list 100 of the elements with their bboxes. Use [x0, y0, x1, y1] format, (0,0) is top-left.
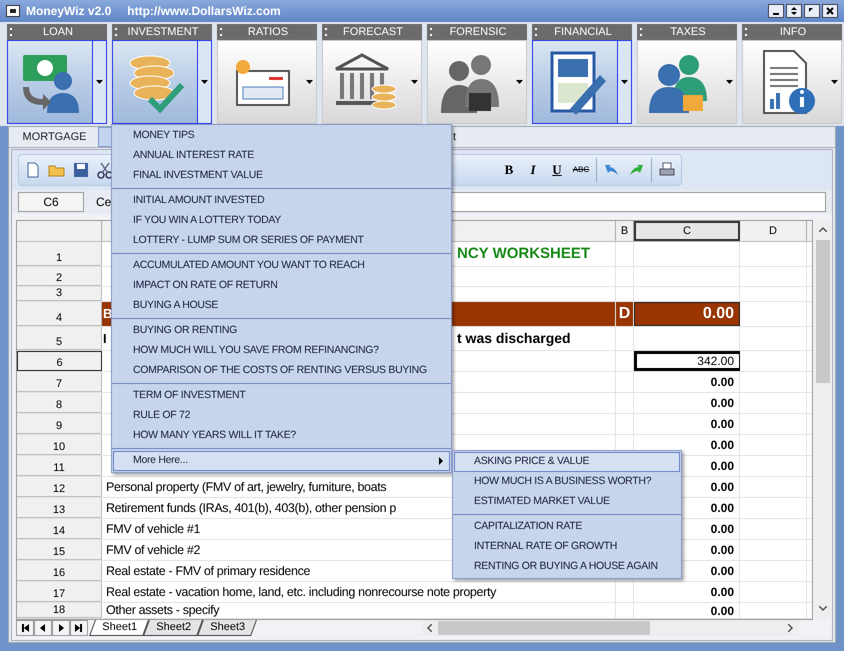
grip-icon — [7, 27, 15, 37]
menu-item[interactable]: HOW MANY YEARS WILL IT TAKE? — [113, 426, 450, 446]
restore-icon[interactable] — [786, 4, 802, 18]
scroll-left-icon[interactable] — [426, 624, 432, 632]
value-cell[interactable]: 0.00 — [634, 582, 740, 602]
group-header: INFO — [742, 24, 842, 40]
row-header[interactable]: 1 — [17, 242, 102, 266]
group-header: FINANCIAL — [532, 24, 632, 40]
menu-item[interactable]: COMPARISON OF THE COSTS OF RENTING VERSUS BUYING — [113, 361, 450, 381]
row-header[interactable]: 11 — [17, 456, 102, 476]
grip-icon — [742, 27, 750, 37]
row-header[interactable]: 5 — [17, 327, 102, 350]
format-button[interactable]: I — [524, 160, 542, 180]
format-button[interactable]: U — [548, 160, 566, 180]
grip-icon — [322, 27, 330, 37]
menu-item[interactable]: BUYING A HOUSE — [113, 296, 450, 316]
row-header[interactable]: 2 — [17, 267, 102, 286]
cell-text: Personal property (FMV of art, jewelry, furniture, boats — [105, 480, 386, 494]
ribbon-button[interactable] — [112, 40, 212, 124]
cell-text: D — [618, 304, 630, 324]
row-header[interactable]: 8 — [17, 393, 102, 413]
caret-icon — [516, 80, 522, 84]
value-cell[interactable]: 0.00 — [634, 414, 740, 434]
scissors-icon[interactable] — [96, 161, 114, 179]
tab[interactable]: MORTGAGE — [11, 127, 98, 147]
row-header[interactable]: 14 — [17, 519, 102, 539]
row-header[interactable]: 16 — [17, 561, 102, 581]
group-header: LOAN — [7, 24, 107, 40]
vertical-scrollbar[interactable] — [815, 220, 831, 618]
previous-icon[interactable] — [34, 620, 52, 636]
menu-item[interactable]: IMPACT ON RATE OF RETURN — [113, 276, 450, 296]
sheet-tab[interactable]: Sheet2 — [143, 620, 203, 636]
row-header[interactable]: 9 — [17, 414, 102, 434]
ribbon-button[interactable] — [532, 40, 632, 124]
cell-text: Other assets - specify — [105, 603, 220, 618]
maximize-icon[interactable] — [804, 4, 820, 18]
caret-icon — [410, 80, 418, 84]
row-header[interactable]: 18 — [17, 603, 102, 618]
column-header[interactable]: D — [740, 221, 807, 241]
close-icon[interactable] — [822, 4, 838, 18]
last-page-icon[interactable] — [70, 620, 88, 636]
group-header: RATIOS — [217, 24, 317, 40]
caret-icon — [726, 80, 732, 84]
row-header[interactable]: 4 — [17, 302, 102, 326]
row-header[interactable]: 12 — [17, 477, 102, 497]
format-button[interactable]: B — [500, 160, 518, 180]
value-cell[interactable]: 0.00 — [634, 302, 740, 326]
horizontal-scrollbar[interactable] — [422, 620, 798, 636]
window-title: MoneyWiz v2.0 — [26, 3, 112, 20]
scroll-right-icon[interactable] — [788, 624, 794, 632]
value-cell[interactable]: 0.00 — [634, 603, 740, 618]
menu-item[interactable]: ACCUMULATED AMOUNT YOU WANT TO REACH — [113, 256, 450, 276]
row-header[interactable]: 10 — [17, 435, 102, 455]
row-header[interactable]: 15 — [17, 540, 102, 560]
menu-item[interactable]: ASKING PRICE & VALUE — [454, 452, 680, 472]
value-cell[interactable]: 0.00 — [634, 372, 740, 392]
save-icon[interactable] — [72, 161, 90, 179]
value-cell[interactable]: 0.00 — [634, 393, 740, 413]
menu-item[interactable]: HOW MUCH WILL YOU SAVE FROM REFINANCING? — [113, 341, 450, 361]
menu-item[interactable]: ANNUAL INTEREST RATE — [113, 146, 450, 166]
cell-text: B — [102, 305, 112, 324]
tab[interactable]: t — [452, 127, 458, 147]
menu-item[interactable]: FINAL INVESTMENT VALUE — [113, 166, 450, 186]
cell-text: t was discharged — [457, 329, 571, 348]
row-header[interactable]: 13 — [17, 498, 102, 518]
menu-item[interactable]: RULE OF 72 — [113, 406, 450, 426]
format-button[interactable]: ABC — [572, 160, 590, 180]
menu-item[interactable]: More Here... — [113, 451, 450, 471]
grip-icon — [637, 27, 645, 37]
menu-item[interactable]: BUYING OR RENTING — [113, 321, 450, 341]
sheet-tab[interactable]: Sheet3 — [197, 620, 257, 636]
scrollbar-thumb[interactable] — [438, 621, 650, 635]
grip-icon — [217, 27, 225, 37]
minimize-icon[interactable] — [768, 4, 784, 18]
ribbon-button[interactable] — [7, 40, 107, 124]
menu-item[interactable]: LOTTERY - LUMP SUM OR SERIES OF PAYMENT — [113, 231, 450, 251]
scroll-up-icon[interactable] — [819, 226, 827, 232]
name-box[interactable]: C6 — [18, 192, 84, 212]
scroll-down-icon[interactable] — [819, 606, 827, 612]
caret-icon — [621, 80, 628, 84]
caret-icon — [96, 80, 103, 84]
cell-text: NCY WORKSHEET — [457, 244, 590, 264]
menu-item[interactable]: IF YOU WIN A LOTTERY TODAY — [113, 211, 450, 231]
value-cell[interactable]: 342.00 — [634, 351, 740, 371]
row-header[interactable]: 7 — [17, 372, 102, 392]
menu-item[interactable]: MONEY TIPS — [113, 126, 450, 146]
row-header[interactable]: 17 — [17, 582, 102, 602]
next-icon[interactable] — [52, 620, 70, 636]
menu-item[interactable]: TERM OF INVESTMENT — [113, 386, 450, 406]
scrollbar-thumb[interactable] — [816, 240, 830, 383]
first-page-icon[interactable] — [16, 620, 34, 636]
sheet-tab[interactable]: Sheet1 — [89, 620, 149, 636]
caret-icon — [830, 80, 838, 84]
menu-item[interactable]: INITIAL AMOUNT INVESTED — [113, 191, 450, 211]
grip-icon — [427, 27, 435, 37]
row-header[interactable]: 3 — [17, 287, 102, 301]
formula-label: Ce — [96, 194, 112, 211]
row-header[interactable]: 6 — [17, 351, 102, 371]
column-header[interactable]: C — [634, 221, 740, 241]
group-header: FORECAST — [322, 24, 422, 40]
